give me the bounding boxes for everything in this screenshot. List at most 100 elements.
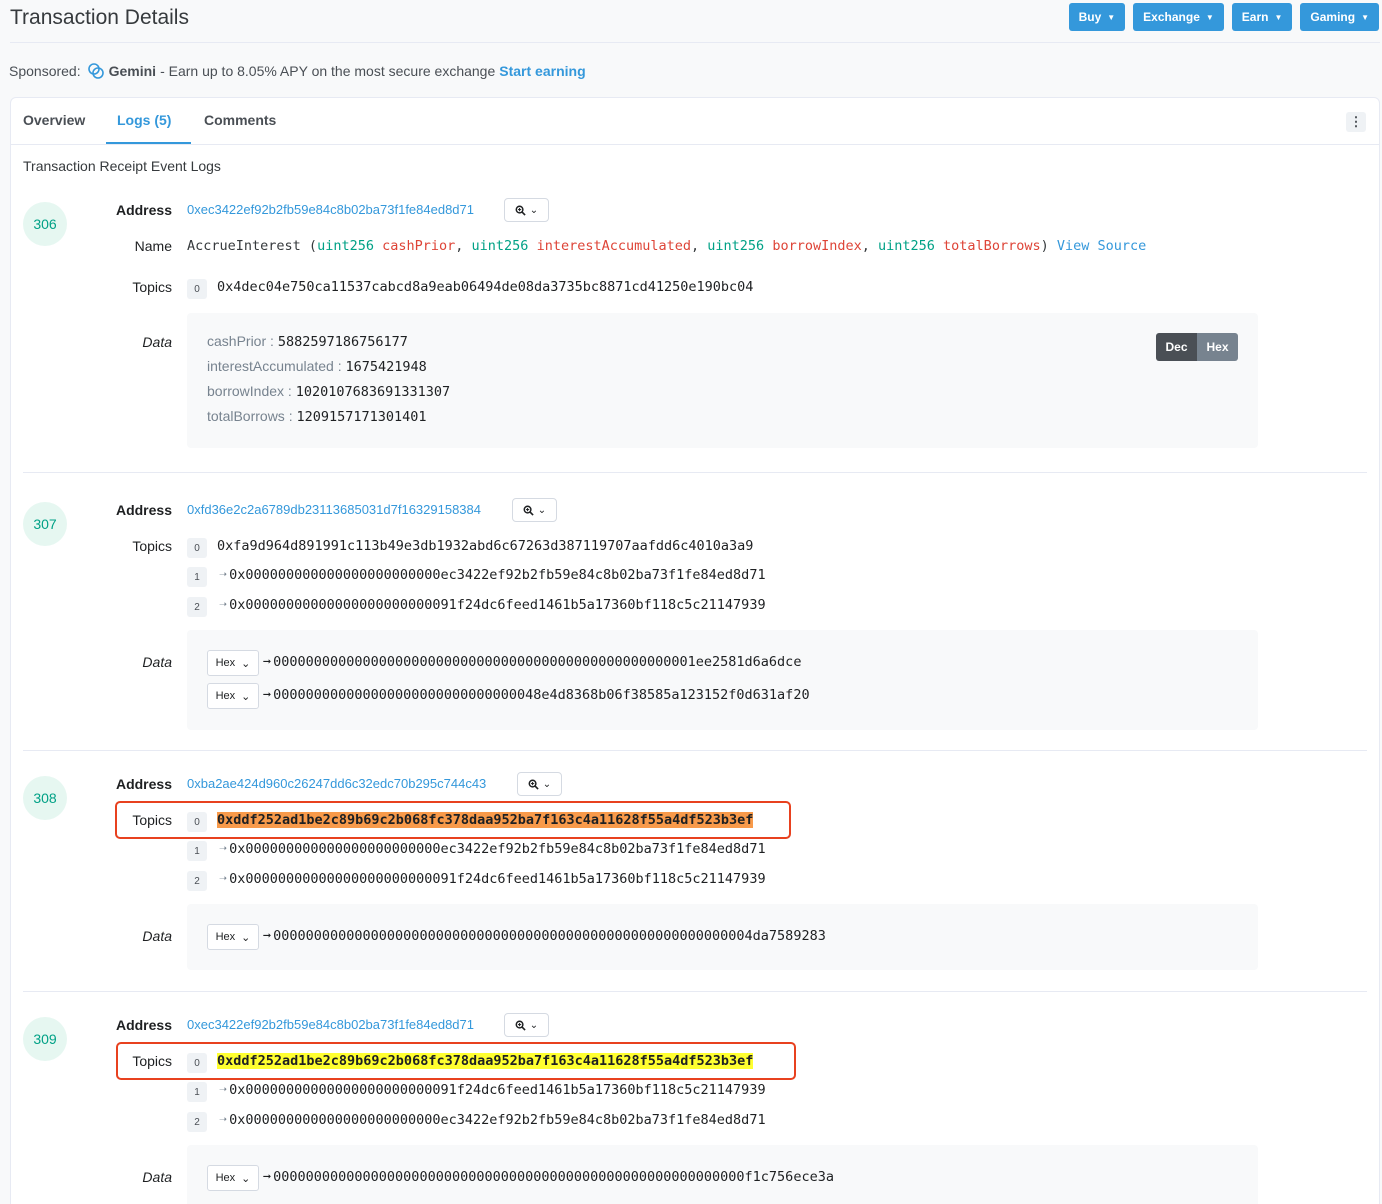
data-label: Data [142,1169,172,1185]
log-index-badge: 308 [23,776,67,820]
topic-index: 2 [187,1112,207,1132]
data-label: Data [142,654,172,670]
log-divider [23,472,1367,473]
raw-data-box: Hex ⌄ ➞ 0000000000000000000000000000000000… [187,630,1258,730]
section-title: Transaction Receipt Event Logs [23,158,221,174]
hex-button[interactable]: Hex [1197,333,1238,361]
topic-index: 2 [187,871,207,891]
gaming-button[interactable]: Gaming ▼ [1300,3,1379,31]
chevron-down-icon: ▼ [1361,12,1369,22]
chevron-down-icon: ⌄ [529,1019,539,1031]
chevron-down-icon: ⌄ [542,778,552,790]
data-format-select[interactable]: Hex ⌄ [207,650,259,676]
topic-index: 0 [187,1053,207,1073]
log-index-badge: 309 [23,1017,67,1061]
page-title: Transaction Details [10,6,189,29]
more-options-icon[interactable]: ⋮ [1346,112,1366,132]
chevron-down-icon: ⌄ [241,1172,251,1185]
topics-label: Topics [132,279,172,295]
chevron-down-icon: ⌄ [537,504,547,516]
topic-index: 1 [187,1082,207,1102]
sponsored-banner: Sponsored: Gemini - Earn up to 8.05% APY… [9,62,586,80]
decoded-field: borrowIndex : 1020107683691331307 [207,383,451,400]
data-value: ➞ 000000000000000000000000000000000000000… [263,928,826,944]
raw-data-box: Hex ⌄ ➞ 0000000000000000000000000000000000… [187,1145,1258,1204]
header-menu: Buy ▼ Exchange ▼ Earn ▼ Gaming ▼ [1068,3,1379,31]
topic-value-highlighted: 0xddf252ad1be2c89b69c2b068fc378daa952ba7… [217,812,754,828]
buy-button[interactable]: Buy ▼ [1068,3,1126,31]
topic-value: ➝ 0x00000000000000000000000091f24dc6feed1… [219,597,766,613]
address-filter-button[interactable]: ⌄ [504,198,549,222]
topic-value: ➝ 0x00000000000000000000000091f24dc6feed1… [219,871,766,887]
decoded-field: interestAccumulated : 1675421948 [207,358,427,375]
chevron-down-icon: ⌄ [241,657,251,670]
start-earning-link[interactable]: Start earning [499,63,585,79]
topic-value: ➝ 0x000000000000000000000000ec3422ef92b2f… [219,1112,766,1128]
logs-card: Overview Logs (5) Comments ⋮ Transaction… [10,97,1380,1204]
tab-comments[interactable]: Comments [204,112,276,128]
log-address-link[interactable]: 0xec3422ef92b2fb59e84c8b02ba73f1fe84ed8d… [187,202,474,217]
topics-label: Topics [132,538,172,554]
chevron-down-icon: ▼ [1274,12,1283,22]
data-value: ➞ 000000000000000000000000000000000000000… [263,1169,834,1185]
data-label: Data [142,928,172,944]
data-format-select[interactable]: Hex ⌄ [207,924,259,950]
earn-button[interactable]: Earn ▼ [1231,3,1293,31]
sponsor-brand[interactable]: Gemini [109,63,156,79]
gemini-logo-icon [87,62,105,80]
topic-index: 0 [187,279,207,299]
address-label: Address [115,776,172,792]
chevron-down-icon: ⌄ [241,931,251,944]
log-index-badge: 307 [23,502,67,546]
decoded-data-box: cashPrior : 5882597186756177 interestAcc… [187,313,1258,448]
topic-value-highlighted: 0xddf252ad1be2c89b69c2b068fc378daa952ba7… [217,1053,754,1069]
name-label: Name [134,238,172,254]
topic-value: ➝ 0x000000000000000000000000ec3422ef92b2f… [219,567,766,583]
decoded-field: totalBorrows : 1209157171301401 [207,408,427,425]
topic-index: 0 [187,812,207,832]
log-address-link[interactable]: 0xfd36e2c2a6789db23113685031d7f163291583… [187,502,481,517]
address-label: Address [115,1017,172,1033]
topic-value: ➝ 0x00000000000000000000000091f24dc6feed1… [219,1082,766,1098]
address-filter-button[interactable]: ⌄ [504,1013,549,1037]
topic-index: 0 [187,538,207,558]
chevron-down-icon: ⌄ [241,690,251,703]
address-label: Address [115,502,172,518]
data-value: ➞ 000000000000000000000000000000048e4d836… [263,687,810,703]
tab-logs[interactable]: Logs (5) [117,112,171,128]
dec-hex-toggle: Dec Hex [1156,333,1238,361]
active-tab-indicator [106,142,191,144]
tab-bar: Overview Logs (5) Comments ⋮ [11,98,1379,145]
data-format-select[interactable]: Hex ⌄ [207,683,259,709]
topics-label: Topics [132,812,172,828]
tab-overview[interactable]: Overview [23,112,85,128]
log-index-badge: 306 [23,202,67,246]
log-address-link[interactable]: 0xba2ae424d960c26247dd6c32edc70b295c744c… [187,776,486,791]
data-format-select[interactable]: Hex ⌄ [207,1165,259,1191]
sponsored-label: Sponsored: [9,63,81,79]
zoom-in-icon [528,779,539,790]
sponsor-text: - Earn up to 8.05% APY on the most secur… [160,63,496,79]
zoom-in-icon [523,505,534,516]
chevron-down-icon: ⌄ [529,204,539,216]
topic-index: 1 [187,567,207,587]
topic-index: 1 [187,841,207,861]
topic-index: 2 [187,597,207,617]
log-divider [23,991,1367,992]
data-label: Data [142,334,172,350]
exchange-button[interactable]: Exchange ▼ [1133,3,1224,31]
topic-value: 0x4dec04e750ca11537cabcd8a9eab06494de08d… [217,279,754,295]
chevron-down-icon: ▼ [1107,12,1116,22]
view-source-link[interactable]: View Source [1057,238,1146,254]
zoom-in-icon [515,1020,526,1031]
address-filter-button[interactable]: ⌄ [512,498,557,522]
header-divider [10,42,1380,43]
data-value: ➞ 000000000000000000000000000000000000000… [263,654,802,670]
dec-button[interactable]: Dec [1156,333,1197,361]
event-signature: AccrueInterest (uint256 cashPrior, uint2… [187,238,1147,254]
topic-value: 0xfa9d964d891991c113b49e3db1932abd6c6726… [217,538,754,554]
address-filter-button[interactable]: ⌄ [517,772,562,796]
topics-label: Topics [132,1053,172,1069]
log-address-link[interactable]: 0xec3422ef92b2fb59e84c8b02ba73f1fe84ed8d… [187,1017,474,1032]
zoom-in-icon [515,205,526,216]
